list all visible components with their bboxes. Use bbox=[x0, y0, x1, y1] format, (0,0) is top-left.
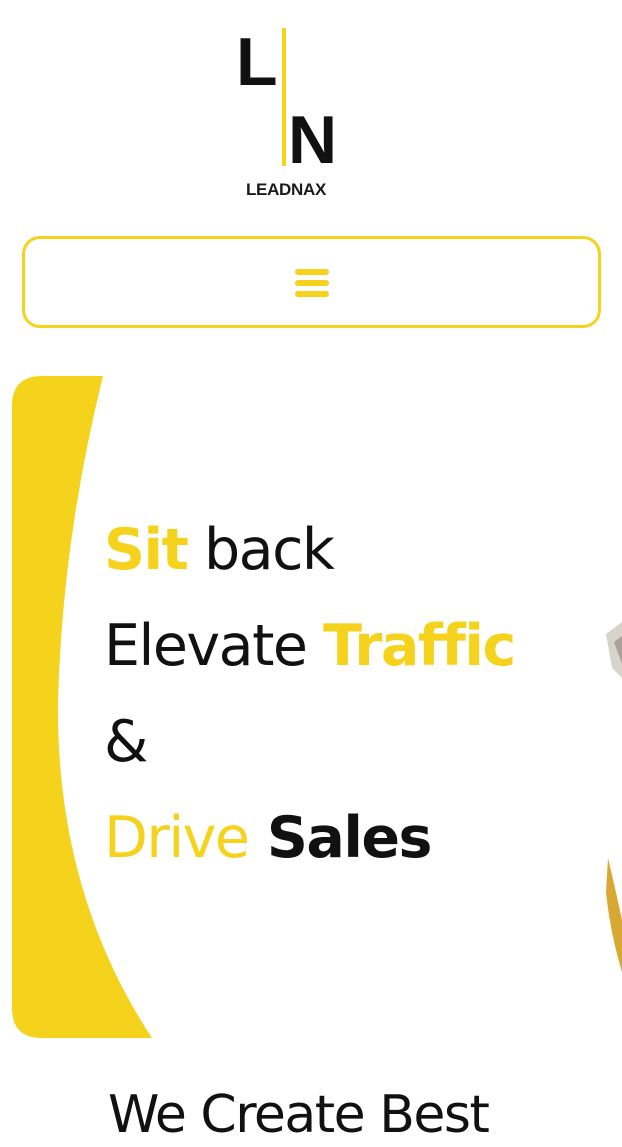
headline-word-elevate: Elevate bbox=[104, 613, 324, 679]
headline-word-traffic: Traffic bbox=[323, 613, 516, 679]
logo-divider-bar bbox=[282, 28, 286, 166]
headline-word-back: back bbox=[187, 517, 335, 583]
headline-line-1: Sit back bbox=[104, 502, 604, 598]
logo-letter-n: N bbox=[288, 102, 337, 178]
logo-brand-name: LEADNAX bbox=[245, 180, 327, 199]
headline-line-3: & bbox=[104, 694, 604, 790]
hero-section: Sit back Elevate Traffic & Drive Sales bbox=[0, 372, 622, 1042]
headline-ampersand: & bbox=[104, 709, 148, 775]
logo-letter-l: L bbox=[236, 24, 278, 100]
logo[interactable]: L N LEADNAX bbox=[0, 0, 622, 215]
logo-mark: L N bbox=[236, 24, 337, 178]
hamburger-menu-icon bbox=[294, 269, 329, 299]
headline-line-4: Drive Sales bbox=[104, 790, 604, 886]
hero-headline: Sit back Elevate Traffic & Drive Sales bbox=[104, 502, 604, 886]
headline-word-sit: Sit bbox=[104, 517, 189, 583]
headline-word-drive: Drive bbox=[104, 805, 250, 871]
menu-toggle-button[interactable] bbox=[22, 236, 601, 328]
headline-line-2: Elevate Traffic bbox=[104, 598, 604, 694]
section-heading: We Create Best bbox=[108, 1085, 490, 1145]
headline-word-sales: Sales bbox=[248, 805, 433, 871]
